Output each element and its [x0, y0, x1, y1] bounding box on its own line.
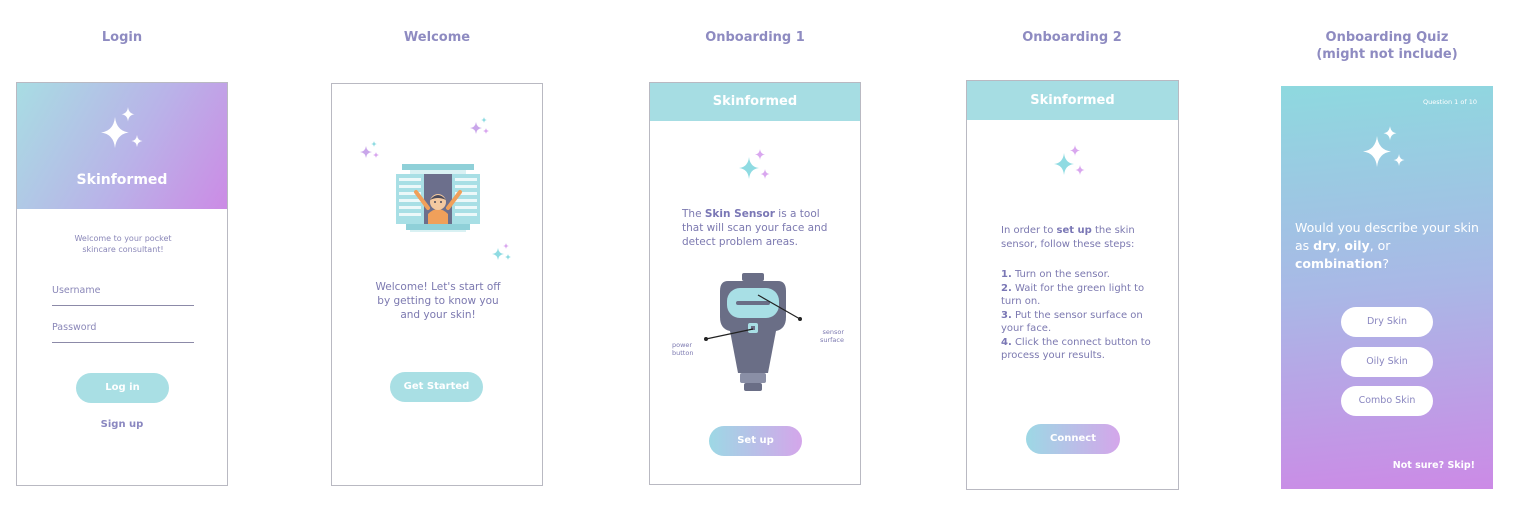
username-field[interactable]: Username — [52, 285, 194, 306]
onboarding-2-screen: Skinformed In order to set up the skin s… — [966, 80, 1179, 490]
setup-step: 2. Wait for the green light to turn on. — [1001, 282, 1145, 308]
setup-step: 4. Click the connect button to process y… — [1001, 336, 1151, 362]
sparkle-icon — [1363, 126, 1405, 167]
question-counter: Question 1 of 10 — [1423, 98, 1477, 106]
sparkle-icon — [492, 243, 511, 260]
quiz-title-line2: (might not include) — [1316, 47, 1458, 62]
power-button-label: power button — [672, 341, 694, 357]
set-up-button[interactable]: Set up — [709, 426, 802, 456]
brand-name: Skinformed — [76, 172, 168, 188]
signup-link[interactable]: Sign up — [17, 419, 227, 430]
password-placeholder: Password — [52, 322, 97, 333]
combo-skin-option[interactable]: Combo Skin — [1341, 386, 1433, 416]
setup-step: 3. Put the sensor surface on your face. — [1001, 309, 1143, 335]
login-button[interactable]: Log in — [76, 373, 169, 403]
onboarding-2-intro: In order to set up the skin sensor, foll… — [1001, 225, 1135, 250]
login-screen: Skinformed Welcome to your pocket skinca… — [16, 82, 228, 486]
get-started-button[interactable]: Get Started — [390, 372, 483, 402]
skip-link[interactable]: Not sure? Skip! — [1393, 460, 1475, 471]
sparkle-icon — [739, 149, 770, 179]
username-placeholder: Username — [52, 285, 101, 296]
welcome-screen: Welcome! Let's start off by getting to k… — [331, 83, 543, 486]
welcome-text: Welcome to your pocket skincare consulta… — [74, 234, 172, 254]
sparkle-icon — [101, 107, 143, 148]
welcome-message: Welcome! Let's start off by getting to k… — [375, 281, 501, 321]
password-field[interactable]: Password — [52, 322, 194, 343]
screen-title-quiz: Onboarding Quiz (might not include) — [1281, 29, 1493, 63]
dry-skin-option[interactable]: Dry Skin — [1341, 307, 1433, 337]
setup-steps-list: 1. Turn on the sensor. 2. Wait for the g… — [1001, 268, 1161, 363]
sensor-surface-label: sensor surface — [819, 328, 844, 344]
login-hero: Skinformed — [17, 83, 227, 209]
quiz-title-line1: Onboarding Quiz — [1325, 30, 1449, 45]
window-illustration — [396, 164, 480, 232]
screen-title-onboarding-2: Onboarding 2 — [1022, 30, 1122, 45]
screen-title-onboarding-1: Onboarding 1 — [705, 30, 805, 45]
quiz-screen: Question 1 of 10 Would you describe your… — [1281, 86, 1493, 489]
sparkle-icon — [1054, 145, 1085, 175]
screen-title-welcome: Welcome — [403, 30, 471, 45]
onboarding-1-screen: Skinformed The Skin Sensor is a tool tha… — [649, 82, 861, 485]
sparkle-icon — [470, 117, 489, 134]
app-header: Skinformed — [650, 83, 860, 121]
quiz-question: Would you describe your skin as dry, oil… — [1295, 220, 1479, 271]
app-header: Skinformed — [967, 81, 1178, 120]
setup-step: 1. Turn on the sensor. — [1001, 269, 1110, 280]
sparkle-icon — [360, 141, 379, 158]
oily-skin-option[interactable]: Oily Skin — [1341, 347, 1433, 377]
onboarding-1-intro: The Skin Sensor is a tool that will scan… — [682, 208, 828, 248]
connect-button[interactable]: Connect — [1026, 424, 1120, 454]
screen-title-login: Login — [101, 30, 143, 45]
